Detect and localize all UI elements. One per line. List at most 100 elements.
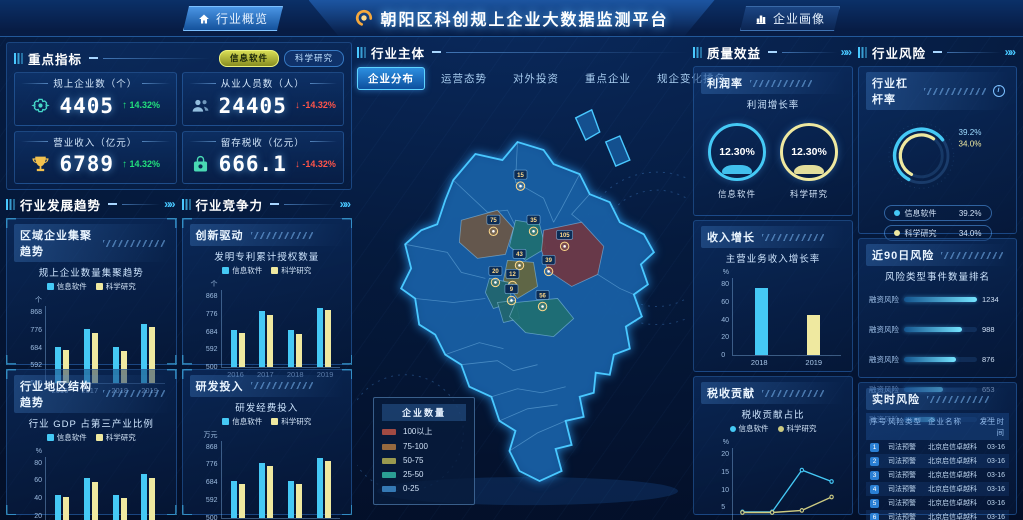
chart-legend: 信息软件科学研究 [190,416,345,427]
section-bars-icon [182,199,191,210]
more-arrows-icon[interactable]: »» [164,197,176,211]
company-cell: 北京启信卓越科技有限公司 [928,470,977,480]
bar-group [259,290,273,367]
data-point[interactable] [770,511,773,515]
bar-group [288,290,302,367]
bar-group [317,441,331,518]
y-tick: 592 [206,346,218,353]
axis-unit: 个 [211,280,218,290]
filter-tag[interactable]: 信息软件 [219,50,279,67]
legend-item[interactable]: 科学研究 [96,281,136,292]
legend-item[interactable]: 科学研究 [96,432,136,443]
legend-swatch [382,472,396,478]
bar-chart: 万元868776684592500 2016201720182019 [190,431,345,520]
more-arrows-icon[interactable]: »» [340,197,352,211]
bar [92,482,98,520]
bar-group [288,441,302,518]
kpi-card-title: 规上企业数（个） [21,76,170,90]
legend-swatch [382,458,396,464]
legend-item[interactable]: 科学研究 [778,423,817,434]
data-point[interactable] [800,509,803,513]
liquid-gauge: 12.30% 信息软件 [708,123,766,200]
legend-item[interactable]: 信息软件 [222,416,262,427]
tab-0[interactable]: 企业分布 [357,67,425,90]
left-column: 重点指标 信息软件科学研究 规上企业数（个） 4405 ↑ 14.32% 从业人… [6,42,352,515]
hatch-decoration [762,390,824,397]
map-fragment[interactable] [606,136,630,166]
chart-title: 行业 GDP 占第三产业比例 [14,416,169,430]
chart-title: 利润增长率 [701,97,845,111]
legend-item[interactable]: 科学研究 [271,416,311,427]
kpi-card: 从业人员数（人） 24405 ↓ -14.32% [182,72,345,126]
coins-icon [190,154,211,175]
data-point[interactable] [741,511,744,515]
more-arrows-icon[interactable]: »» [1005,45,1017,59]
section-header-compete: 行业竞争力 »» [182,194,353,214]
more-arrows-icon[interactable]: »» [841,45,853,59]
hbar-fill [904,297,977,302]
bar [231,330,237,367]
legend-item[interactable]: 信息软件 [730,423,769,434]
axis-unit: % [723,268,729,278]
y-tick: 868 [206,293,218,300]
chart-legend: 信息软件科学研究 [14,281,169,292]
gauge-label: 科学研究 [780,188,838,200]
tab-1[interactable]: 运营态势 [431,68,497,89]
data-point[interactable] [800,468,803,472]
bar-chart: 个868776684592500 2016201720182019 [190,280,345,379]
legend-item[interactable]: 科学研究 [271,265,311,276]
map-fragment[interactable] [576,110,600,140]
legend-swatch [382,444,396,450]
bar [807,315,820,355]
bar-group [317,290,331,367]
tab-3[interactable]: 重点企业 [575,68,641,89]
hatch-decoration [762,234,824,241]
legend-item[interactable]: 信息软件 [222,265,262,276]
nav-industry-overview[interactable]: 行业概览 [183,6,283,31]
kpi-value: 24405 [219,94,287,118]
y-tick: 20 [721,334,729,341]
trophy-icon [30,154,51,175]
chart-title: 发明专利累计授权数量 [190,249,345,263]
tab-2[interactable]: 对外投资 [503,68,569,89]
svg-text:105: 105 [560,233,571,239]
y-tick: 868 [30,309,42,316]
time-cell: 03-16 [977,444,1005,451]
table-header-cell: 序号 [870,416,888,438]
leverage-value-sci: 34.0% [958,139,981,148]
nav-enterprise-portrait[interactable]: 企业画像 [740,6,840,31]
y-tick: 0 [721,352,729,359]
chart-legend: 信息软件科学研究 [701,423,845,434]
panel-risk-90days: 近90日风险 风险类型事件数量排名 融资风险 1234 融资风险 988 融资风… [858,238,1017,378]
arrow-up-icon: ↑ [122,159,127,170]
panel-title: 创新驱动 [190,224,345,246]
data-point[interactable] [830,480,833,484]
legend-item[interactable]: 信息软件 [47,432,87,443]
y-tick: 60 [721,299,729,306]
panel-region-agglomeration: 区域企业集聚趋势 规上企业数量集聚趋势信息软件科学研究 个86877668459… [6,218,177,365]
risk-type-cell: 司法预警 [888,484,928,494]
y-tick: 500 [206,515,218,520]
chart-patents: 发明专利累计授权数量信息软件科学研究 个868776684592500 2016… [190,246,345,359]
chart-title: 税收贡献占比 [701,407,845,421]
company-cell: 北京启信卓越科技有限公司 [928,512,977,520]
section-bars-icon [693,47,702,58]
hbar-track [904,297,977,302]
chart-title: 风险类型事件数量排名 [866,269,1009,283]
row-index-badge: 5 [870,499,879,508]
table-header-cell: 发生时间 [977,416,1005,438]
center-column: 行业主体 企业分布运营态势对外投资重点企业规企变化排名 [357,42,688,515]
section-line [103,58,211,59]
legend-item[interactable]: 信息软件 [47,281,87,292]
data-point[interactable] [830,495,833,499]
kpi-cards: 规上企业数（个） 4405 ↑ 14.32% 从业人员数（人） 24405 ↓ … [14,72,344,184]
info-icon[interactable]: i [993,85,1005,97]
table-row: 6 司法预警 北京启信卓越科技有限公司 03-16 [866,510,1009,520]
hatch-decoration [927,396,989,403]
nav-left-label: 行业概览 [216,10,268,27]
bar [84,478,90,520]
bar [267,466,273,517]
bar [239,333,245,367]
filter-tag[interactable]: 科学研究 [284,50,344,67]
section-dash [432,51,441,53]
